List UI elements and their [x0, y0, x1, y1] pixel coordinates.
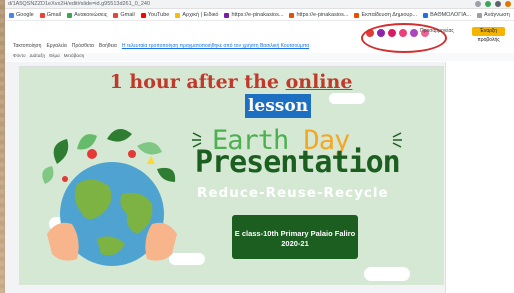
- bookmark-item[interactable]: Ανακοινώσεις: [67, 12, 107, 18]
- bookmark-item[interactable]: Εκπαίδευση Δημιουρ...: [354, 12, 417, 18]
- slide-title-presentation: Presentation: [195, 145, 401, 180]
- right-hand: [145, 222, 177, 261]
- overlay-line1-link: online: [285, 71, 353, 93]
- bookmark-item[interactable]: Gmail: [113, 12, 135, 18]
- class-info-box: E class-10th Primary Palaio Faliro 2020-…: [232, 215, 358, 259]
- school-year: 2020-21: [281, 239, 309, 248]
- toolbar-item[interactable]: Διάταξη: [30, 53, 45, 61]
- cloud-shape: [364, 267, 410, 281]
- extension-icon[interactable]: [485, 1, 491, 7]
- toolbar-item[interactable]: Θέμα: [49, 53, 60, 61]
- bookmark-item[interactable]: ΒΑΘΜΟΛΟΓΙΑ...: [423, 12, 471, 18]
- extension-icons: [475, 1, 511, 7]
- cloud-shape: [329, 93, 365, 104]
- present-button[interactable]: Έναρξη προβολής: [472, 27, 505, 43]
- overlay-lesson-text: lesson: [247, 96, 309, 116]
- class-line: E class-10th Primary Palaio Faliro: [234, 229, 356, 238]
- menu-bar: Τακτοποίηση Εργαλεία Πρόσθετα Βοήθεια Η …: [5, 43, 514, 52]
- left-hand: [47, 222, 79, 261]
- slide[interactable]: Earth Day Presentation Reduce-Reuse-Recy…: [19, 67, 444, 285]
- puzzle-icon[interactable]: [495, 1, 501, 7]
- bookmark-item[interactable]: https://e-pinakasios...: [224, 12, 283, 18]
- overlay-line1-prefix: 1 hour after the: [109, 71, 286, 93]
- bookmark-item[interactable]: Αρχική | Ειδικό: [175, 12, 218, 18]
- comments-label[interactable]: Προσαρμογέας: [420, 28, 454, 34]
- toolbar-item[interactable]: Μετάβαση: [64, 53, 85, 61]
- earth-globe-illustration: [42, 129, 177, 266]
- bookmark-item[interactable]: https://e-pinakasios...: [289, 12, 348, 18]
- menu-item[interactable]: Εργαλεία: [46, 43, 66, 52]
- profile-avatar[interactable]: [505, 1, 511, 7]
- browser-window: d/1A5QSNZZD1eXvx2H/edit#slide=id.g95513d…: [5, 0, 514, 293]
- address-bar[interactable]: d/1A5QSNZZD1eXvx2H/edit#slide=id.g95513d…: [5, 0, 514, 9]
- overlay-caption: 1 hour after the online: [61, 71, 401, 93]
- menu-item[interactable]: Βοήθεια: [99, 43, 117, 52]
- slide-toolbar: Φόντο Διάταξη Θέμα Μετάβαση: [5, 53, 514, 61]
- menu-item[interactable]: Τακτοποίηση: [13, 43, 41, 52]
- bookmark-item[interactable]: Gmail: [39, 12, 61, 18]
- menu-item[interactable]: Πρόσθετα: [72, 43, 94, 52]
- filmstrip-edge: [5, 62, 19, 293]
- url-text: d/1A5QSNZZD1eXvx2H/edit#slide=id.g95513d…: [8, 1, 151, 7]
- bookmarks-bar: Google Gmail Ανακοινώσεις Gmail YouTube …: [5, 10, 514, 21]
- slide-subtitle: Reduce-Reuse-Recycle: [197, 185, 389, 201]
- toolbar-item[interactable]: Φόντο: [13, 53, 26, 61]
- bookmark-item[interactable]: Ανάγνωση: [477, 12, 510, 18]
- last-edit-link[interactable]: Η τελευταία τροποποίηση πραγματοποιήθηκε…: [122, 43, 309, 52]
- bookmark-item[interactable]: YouTube: [140, 12, 169, 18]
- star-icon[interactable]: [475, 1, 481, 7]
- side-panel: [445, 62, 514, 293]
- bookmark-item[interactable]: Google: [9, 12, 34, 18]
